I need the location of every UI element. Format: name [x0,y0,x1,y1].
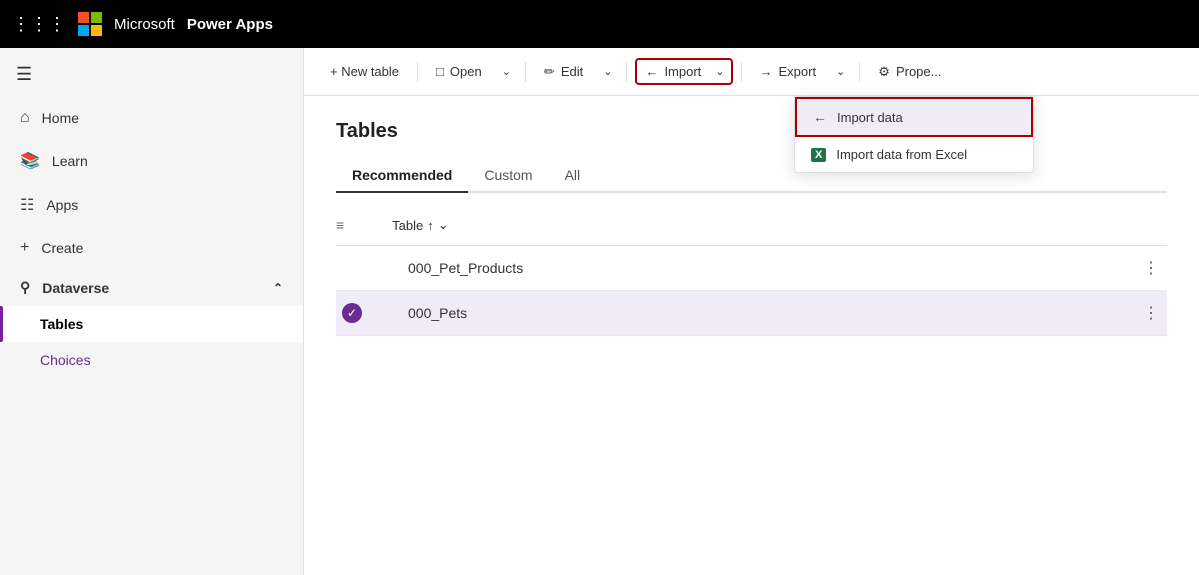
row-menu-2[interactable]: ⋮ [1135,303,1167,323]
export-icon: → [760,64,773,79]
edit-button[interactable]: ✏ Edit [534,58,593,86]
table-column-header: ≡ Table ↑ ⌄ [336,205,1167,246]
toolbar: + New table □ Open ⌄ ✏ Edit ⌄ ← Import ⌄ [304,48,1199,96]
edit-icon: ✏ [544,64,555,80]
import-excel-label: Import data from Excel [836,147,967,162]
divider-2 [525,62,526,82]
row-name-1: 000_Pet_Products [368,260,1135,276]
import-data-label: Import data [837,110,903,125]
divider-1 [417,62,418,82]
row-menu-1[interactable]: ⋮ [1135,258,1167,278]
table-row: ✓ 000_Pets ⋮ [336,291,1167,336]
sidebar-item-apps[interactable]: ☷ Apps [0,183,303,227]
sort-asc-icon: ↑ [427,218,434,233]
properties-button[interactable]: ⚙ Prope... [868,58,951,86]
sidebar-item-learn[interactable]: 📚 Learn [0,139,303,183]
export-caret[interactable]: ⌄ [830,59,851,84]
sidebar-item-tables[interactable]: Tables [0,306,303,342]
chevron-up-icon: ⌃ [273,281,283,295]
open-label: Open [450,64,482,79]
export-label: Export [779,64,817,79]
main-layout: ☰ ⌂ Home 📚 Learn ☷ Apps + Create ⚲ Datav… [0,48,1199,575]
learn-icon: 📚 [20,151,40,171]
row-checkbox-2[interactable]: ✓ [336,303,368,323]
open-button[interactable]: □ Open [426,58,492,85]
sidebar-label-learn: Learn [52,153,88,169]
home-icon: ⌂ [20,109,30,127]
sidebar: ☰ ⌂ Home 📚 Learn ☷ Apps + Create ⚲ Datav… [0,48,304,575]
tabs: Recommended Custom All [336,159,1167,193]
apps-icon: ☷ [20,195,34,215]
table-column-label[interactable]: Table ↑ ⌄ [392,217,448,233]
import-group: ← Import ⌄ [635,58,732,85]
dropdown-item-import-data[interactable]: ← Import data [795,97,1033,137]
waffle-icon[interactable]: ⋮⋮⋮ [12,14,66,35]
edit-caret[interactable]: ⌄ [597,59,618,84]
import-icon: ← [645,64,658,79]
divider-3 [626,62,627,82]
content-area: + New table □ Open ⌄ ✏ Edit ⌄ ← Import ⌄ [304,48,1199,575]
sidebar-label-tables: Tables [40,316,83,332]
import-data-icon: ← [813,109,827,125]
create-icon: + [20,239,29,257]
tab-all[interactable]: All [549,159,597,193]
sidebar-item-dataverse[interactable]: ⚲ Dataverse ⌃ [0,269,303,306]
properties-label: Prope... [896,64,942,79]
divider-5 [859,62,860,82]
export-button[interactable]: → Export [750,58,827,85]
page-title: Tables [336,120,1167,143]
open-caret[interactable]: ⌄ [496,59,517,84]
top-nav: ⋮⋮⋮ Microsoft Power Apps [0,0,1199,48]
edit-label: Edit [561,64,583,79]
sort-caret-icon: ⌄ [438,217,449,233]
import-button[interactable]: ← Import [637,60,709,83]
company-name: Microsoft [114,16,175,33]
ms-logo [78,12,102,36]
sidebar-label-create: Create [41,240,83,256]
hamburger-icon[interactable]: ☰ [16,64,32,84]
sidebar-item-choices[interactable]: Choices [0,342,303,378]
table-row: 000_Pet_Products ⋮ [336,246,1167,291]
excel-icon: X [811,148,826,162]
row-name-2: 000_Pets [368,305,1135,321]
product-name: Power Apps [187,16,273,33]
tab-recommended[interactable]: Recommended [336,159,468,193]
import-dropdown: ← Import data X Import data from Excel [794,96,1034,173]
sidebar-label-home: Home [42,110,79,126]
column-sort-icon: ≡ [336,217,344,233]
sidebar-label-choices: Choices [40,352,91,368]
page-content: Tables Recommended Custom All ≡ Table [304,96,1199,575]
properties-icon: ⚙ [878,64,890,80]
tab-custom[interactable]: Custom [468,159,548,193]
check-icon: ✓ [342,303,362,323]
sidebar-item-home[interactable]: ⌂ Home [0,97,303,139]
sidebar-label-dataverse: Dataverse [42,280,109,296]
dropdown-item-import-excel[interactable]: X Import data from Excel [795,137,1033,172]
sidebar-label-apps: Apps [46,197,78,213]
import-caret[interactable]: ⌄ [709,61,730,82]
dataverse-icon: ⚲ [20,279,30,296]
import-label: Import [664,64,701,79]
new-table-label: + New table [330,64,399,79]
sidebar-item-create[interactable]: + Create [0,227,303,269]
divider-4 [741,62,742,82]
open-icon: □ [436,64,444,79]
sidebar-top: ☰ [0,56,303,93]
new-table-button[interactable]: + New table [320,58,409,85]
